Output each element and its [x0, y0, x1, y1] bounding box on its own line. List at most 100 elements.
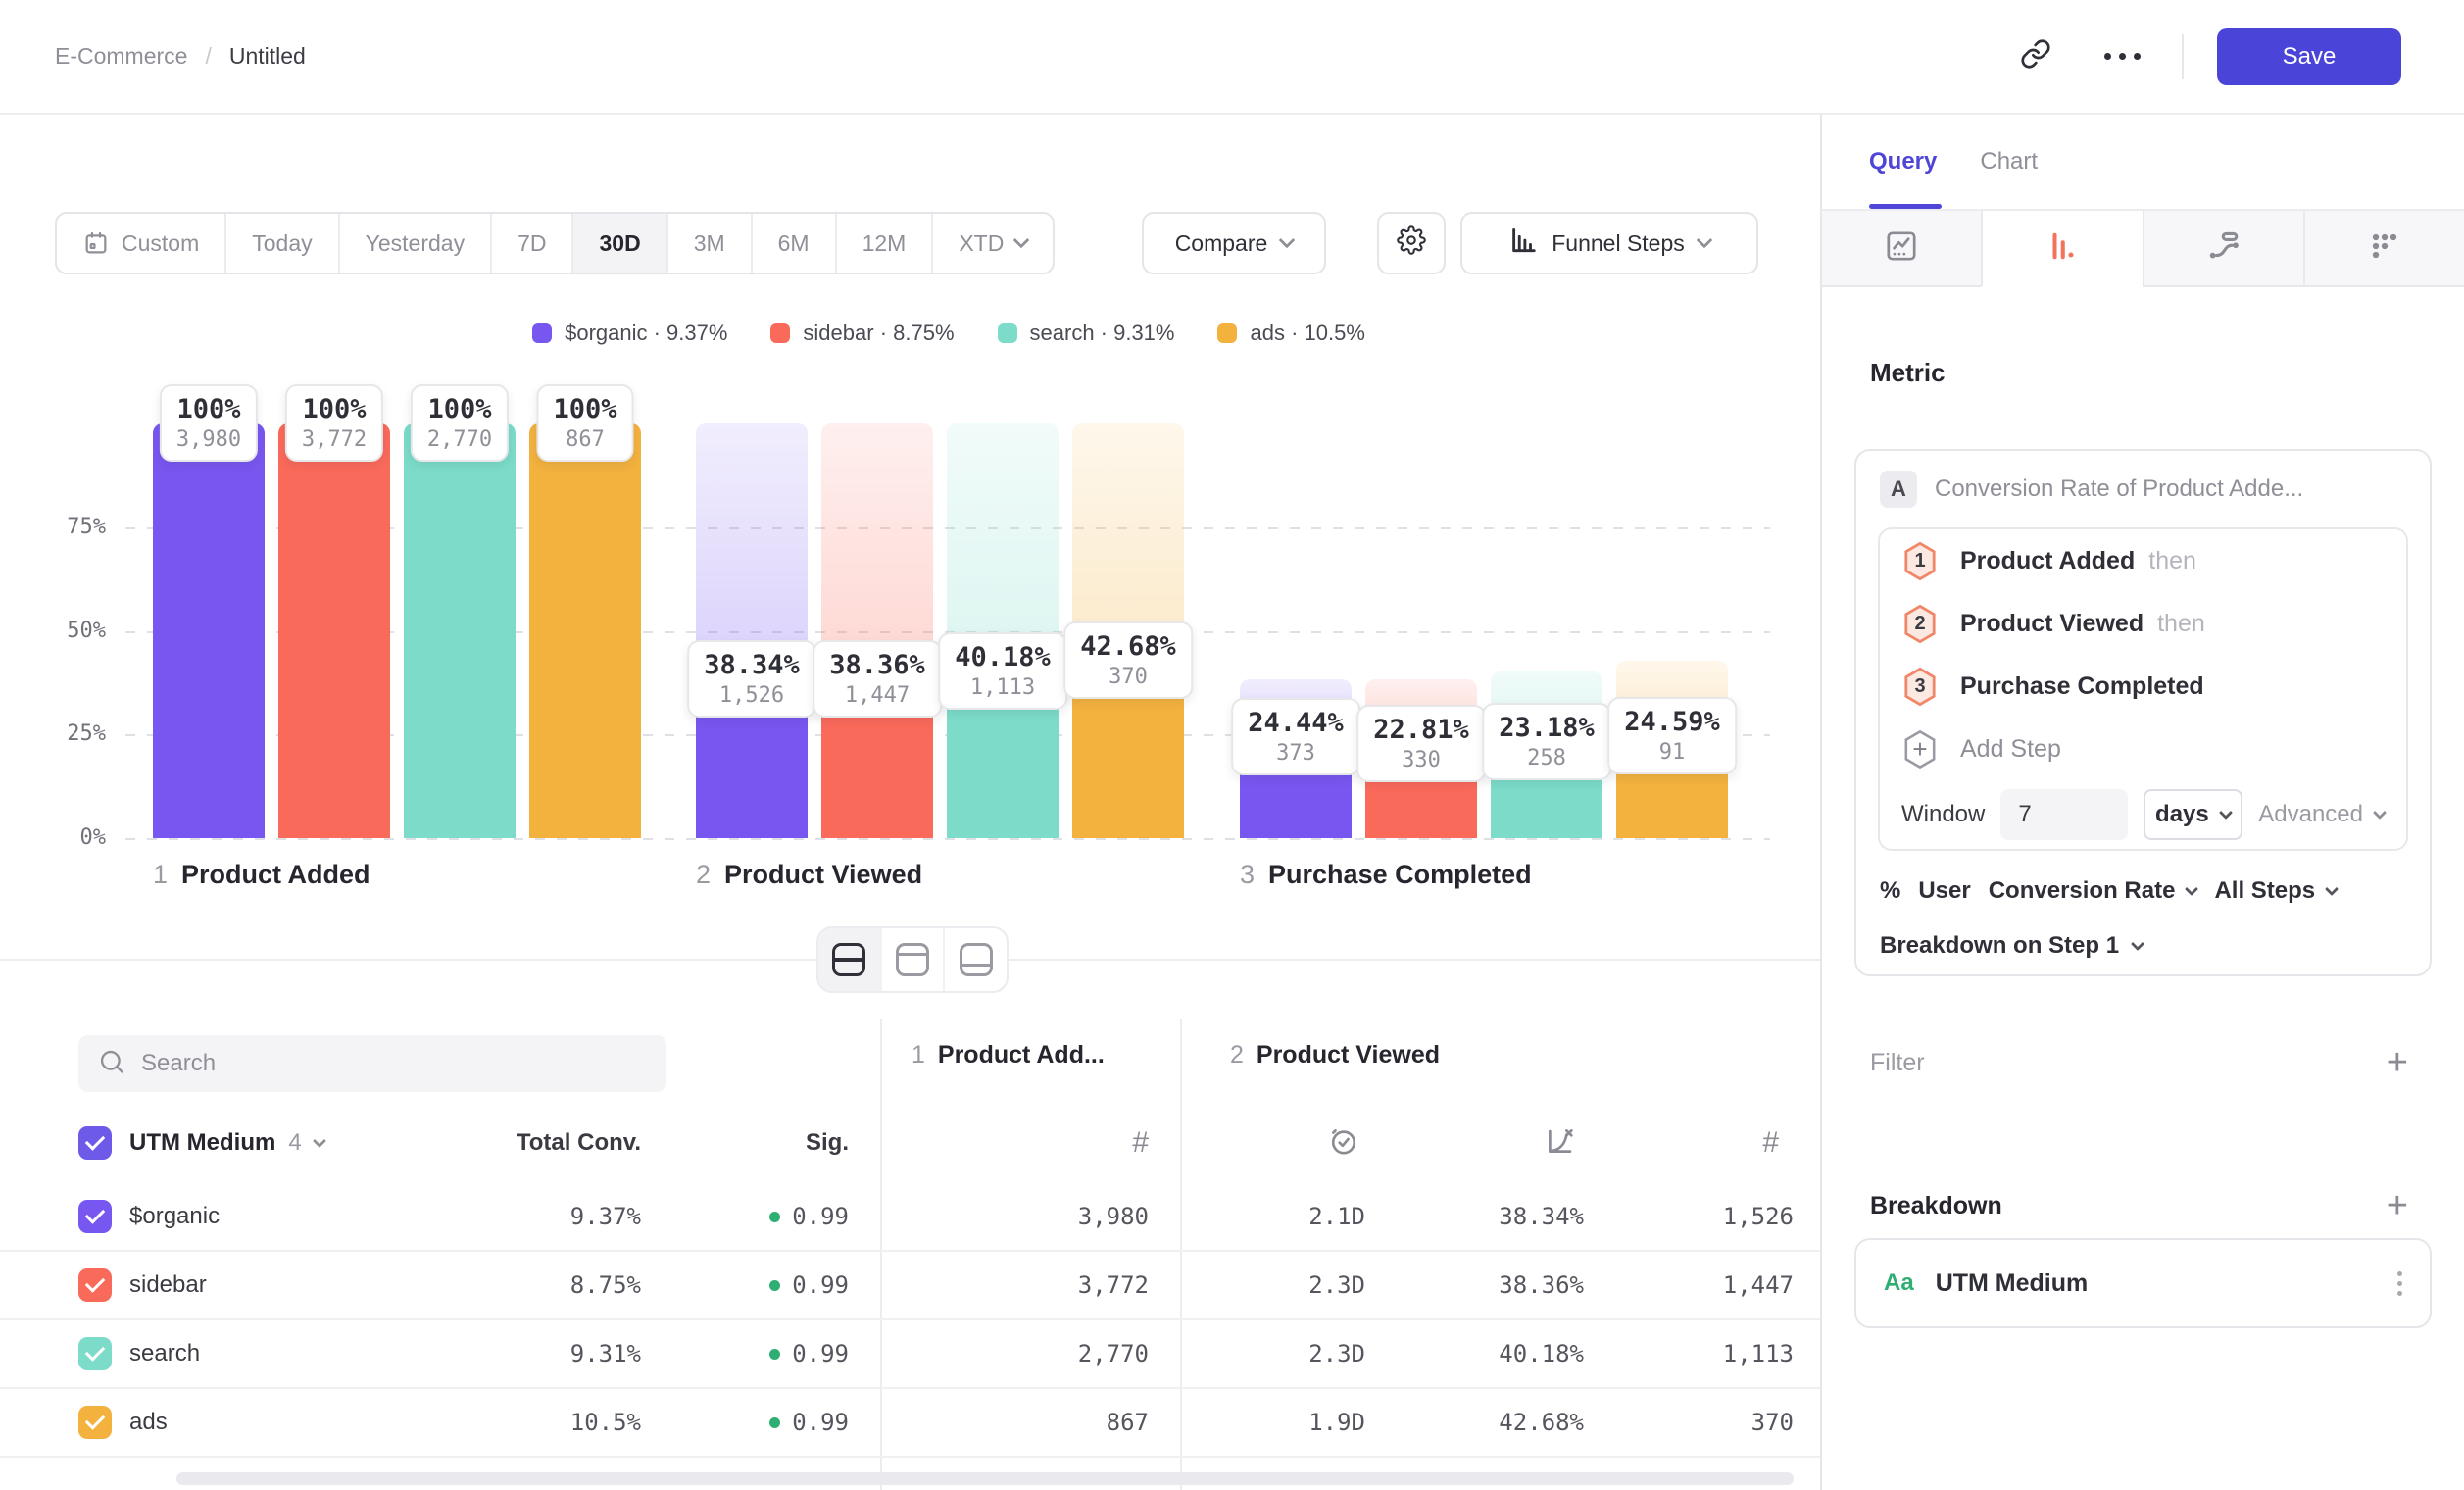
metric-definition-row[interactable]: A Conversion Rate of Product Adde... — [1856, 451, 2430, 527]
row-checkbox[interactable] — [78, 1268, 112, 1302]
row-name: $organic — [129, 1203, 220, 1230]
table-search[interactable] — [78, 1035, 666, 1092]
sig-dot-icon — [769, 1349, 780, 1360]
total-conv-column-header[interactable]: Total Conv. — [441, 1129, 641, 1157]
breakdown-heading: Breakdown — [1870, 1192, 2002, 1220]
bar-ads-step1[interactable] — [529, 423, 641, 838]
query-step-1[interactable]: 1 Product Added then — [1880, 529, 2406, 592]
table-body: $organic 9.37% 0.993,9802.1D38.34%1,526 … — [0, 1183, 1820, 1458]
breakdown-on-step-select[interactable]: Breakdown on Step 1 — [1856, 923, 2430, 968]
step-name: Product Add... — [938, 1041, 1105, 1069]
topbar-divider — [2182, 34, 2184, 79]
step-event-name: Product Viewed — [1960, 610, 2144, 638]
bar-count: 370 — [1080, 665, 1176, 689]
add-step-button[interactable]: + Add Step — [1880, 718, 2406, 780]
step-metric-value: 38.36% — [1392, 1271, 1584, 1299]
step-number: 2 — [1230, 1041, 1244, 1069]
step-number: 3 — [1240, 860, 1255, 890]
measurement-metric-select[interactable]: Conversion Rate — [1989, 877, 2197, 905]
table-row-search[interactable]: search 9.31% 0.992,7702.3D40.18%1,113 — [0, 1320, 1820, 1389]
add-breakdown-button[interactable]: + — [2387, 1187, 2408, 1224]
bar-value-label-ads-step3: 24.59% 91 — [1607, 697, 1737, 774]
gridline-0% — [125, 838, 1770, 840]
table-row-ads[interactable]: ads 10.5% 0.998671.9D42.68%370 — [0, 1389, 1820, 1458]
select-all-checkbox[interactable] — [78, 1126, 112, 1160]
step-metric-value: 370 — [1607, 1409, 1794, 1436]
tab-chart[interactable]: Chart — [1980, 148, 2038, 175]
bar-count: 1,113 — [955, 675, 1051, 700]
more-menu-button[interactable] — [2095, 30, 2148, 83]
advanced-toggle[interactable]: Advanced — [2258, 801, 2385, 828]
window-label: Window — [1901, 801, 1985, 828]
row-checkbox[interactable] — [78, 1406, 112, 1439]
breakdown-item-utm-medium[interactable]: Aa UTM Medium — [1854, 1238, 2432, 1328]
layout-table-only-button[interactable] — [943, 928, 1007, 991]
step-name: Product Viewed — [1257, 1041, 1440, 1069]
step-number: 3 — [1901, 667, 1939, 707]
bar-percent: 23.18% — [1499, 713, 1595, 743]
bar-sidebar-step1[interactable] — [278, 423, 390, 838]
layout-split-button[interactable] — [818, 928, 880, 991]
retention-report-tab[interactable] — [2303, 211, 2464, 287]
row-name: sidebar — [129, 1271, 207, 1299]
step-metric-value: 42.68% — [1392, 1409, 1584, 1436]
report-canvas: CustomTodayYesterday7D30D3M6M12MXTD Comp… — [0, 115, 1820, 1490]
insights-report-tab[interactable] — [1822, 211, 1981, 287]
table-row-organic[interactable]: $organic 9.37% 0.993,9802.1D38.34%1,526 — [0, 1183, 1820, 1252]
insights-icon — [1884, 228, 1919, 269]
measurement-scope-select[interactable]: All Steps — [2214, 877, 2337, 905]
bar-search-step1[interactable] — [404, 423, 516, 838]
chart-view-icon — [896, 943, 929, 976]
bar-count: 3,772 — [302, 427, 367, 452]
sig-value: 0.99 — [686, 1203, 849, 1230]
kebab-menu-icon[interactable] — [2397, 1271, 2402, 1296]
bar-count: 330 — [1373, 748, 1469, 772]
query-step-2[interactable]: 2 Product Viewed then — [1880, 592, 2406, 655]
metric-section-heading: Metric — [1870, 358, 2432, 388]
step-event-name: Purchase Completed — [1960, 672, 2204, 701]
y-axis-tick-0%: 0% — [29, 825, 106, 850]
bar-percent: 100% — [553, 394, 616, 424]
active-tab-underline — [1869, 204, 1942, 209]
share-link-button[interactable] — [2009, 30, 2062, 83]
window-unit-select[interactable]: days — [2144, 789, 2243, 840]
flows-report-tab[interactable] — [2143, 211, 2303, 287]
bar-count: 2,770 — [427, 427, 492, 452]
y-axis-tick-25%: 25% — [29, 721, 106, 746]
query-step-3[interactable]: 3 Purchase Completed — [1880, 655, 2406, 718]
horizontal-scrollbar[interactable] — [176, 1472, 1794, 1485]
table-row-sidebar[interactable]: sidebar 8.75% 0.993,7722.3D38.36%1,447 — [0, 1252, 1820, 1320]
breakdown-group-header[interactable]: UTM Medium 4 — [129, 1129, 324, 1157]
bar-organic-step1[interactable] — [153, 423, 265, 838]
funnels-report-tab[interactable] — [1981, 211, 2142, 287]
bar-count: 373 — [1248, 741, 1344, 766]
breadcrumb: E-Commerce / Untitled — [55, 43, 306, 70]
search-input[interactable] — [141, 1050, 647, 1077]
tab-query[interactable]: Query — [1869, 148, 1937, 175]
add-filter-button[interactable]: + — [2387, 1044, 2408, 1081]
layout-toggle — [816, 926, 1009, 993]
breakdown-on-label: Breakdown on Step 1 — [1880, 932, 2119, 960]
counting-entity[interactable]: User — [1918, 877, 1970, 905]
bar-percent: 38.36% — [829, 650, 925, 680]
layout-chart-only-button[interactable] — [880, 928, 944, 991]
sig-column-header[interactable]: Sig. — [686, 1129, 849, 1157]
step-metric-value: 2,770 — [961, 1340, 1149, 1367]
conversion-window-row: Window 7 days Advanced — [1880, 780, 2406, 849]
step-number: 2 — [696, 860, 711, 890]
row-checkbox[interactable] — [78, 1337, 112, 1370]
link-icon — [2020, 38, 2051, 74]
bar-count: 258 — [1499, 746, 1595, 770]
chevron-down-icon — [2185, 882, 2198, 896]
metric-card: A Conversion Rate of Product Adde... 1 P… — [1854, 449, 2432, 976]
bar-count: 1,526 — [704, 683, 800, 708]
row-checkbox[interactable] — [78, 1200, 112, 1233]
bar-value-label-organic-step2: 38.34% 1,526 — [687, 640, 816, 718]
window-value-input[interactable]: 7 — [2000, 789, 2127, 840]
step-metric-value: 1,526 — [1607, 1203, 1794, 1230]
save-button[interactable]: Save — [2217, 28, 2401, 85]
step-hex-badge: 3 — [1901, 667, 1939, 707]
breadcrumb-title[interactable]: Untitled — [229, 43, 306, 70]
measurement-scope-label: All Steps — [2214, 877, 2315, 905]
breadcrumb-project[interactable]: E-Commerce — [55, 43, 187, 70]
